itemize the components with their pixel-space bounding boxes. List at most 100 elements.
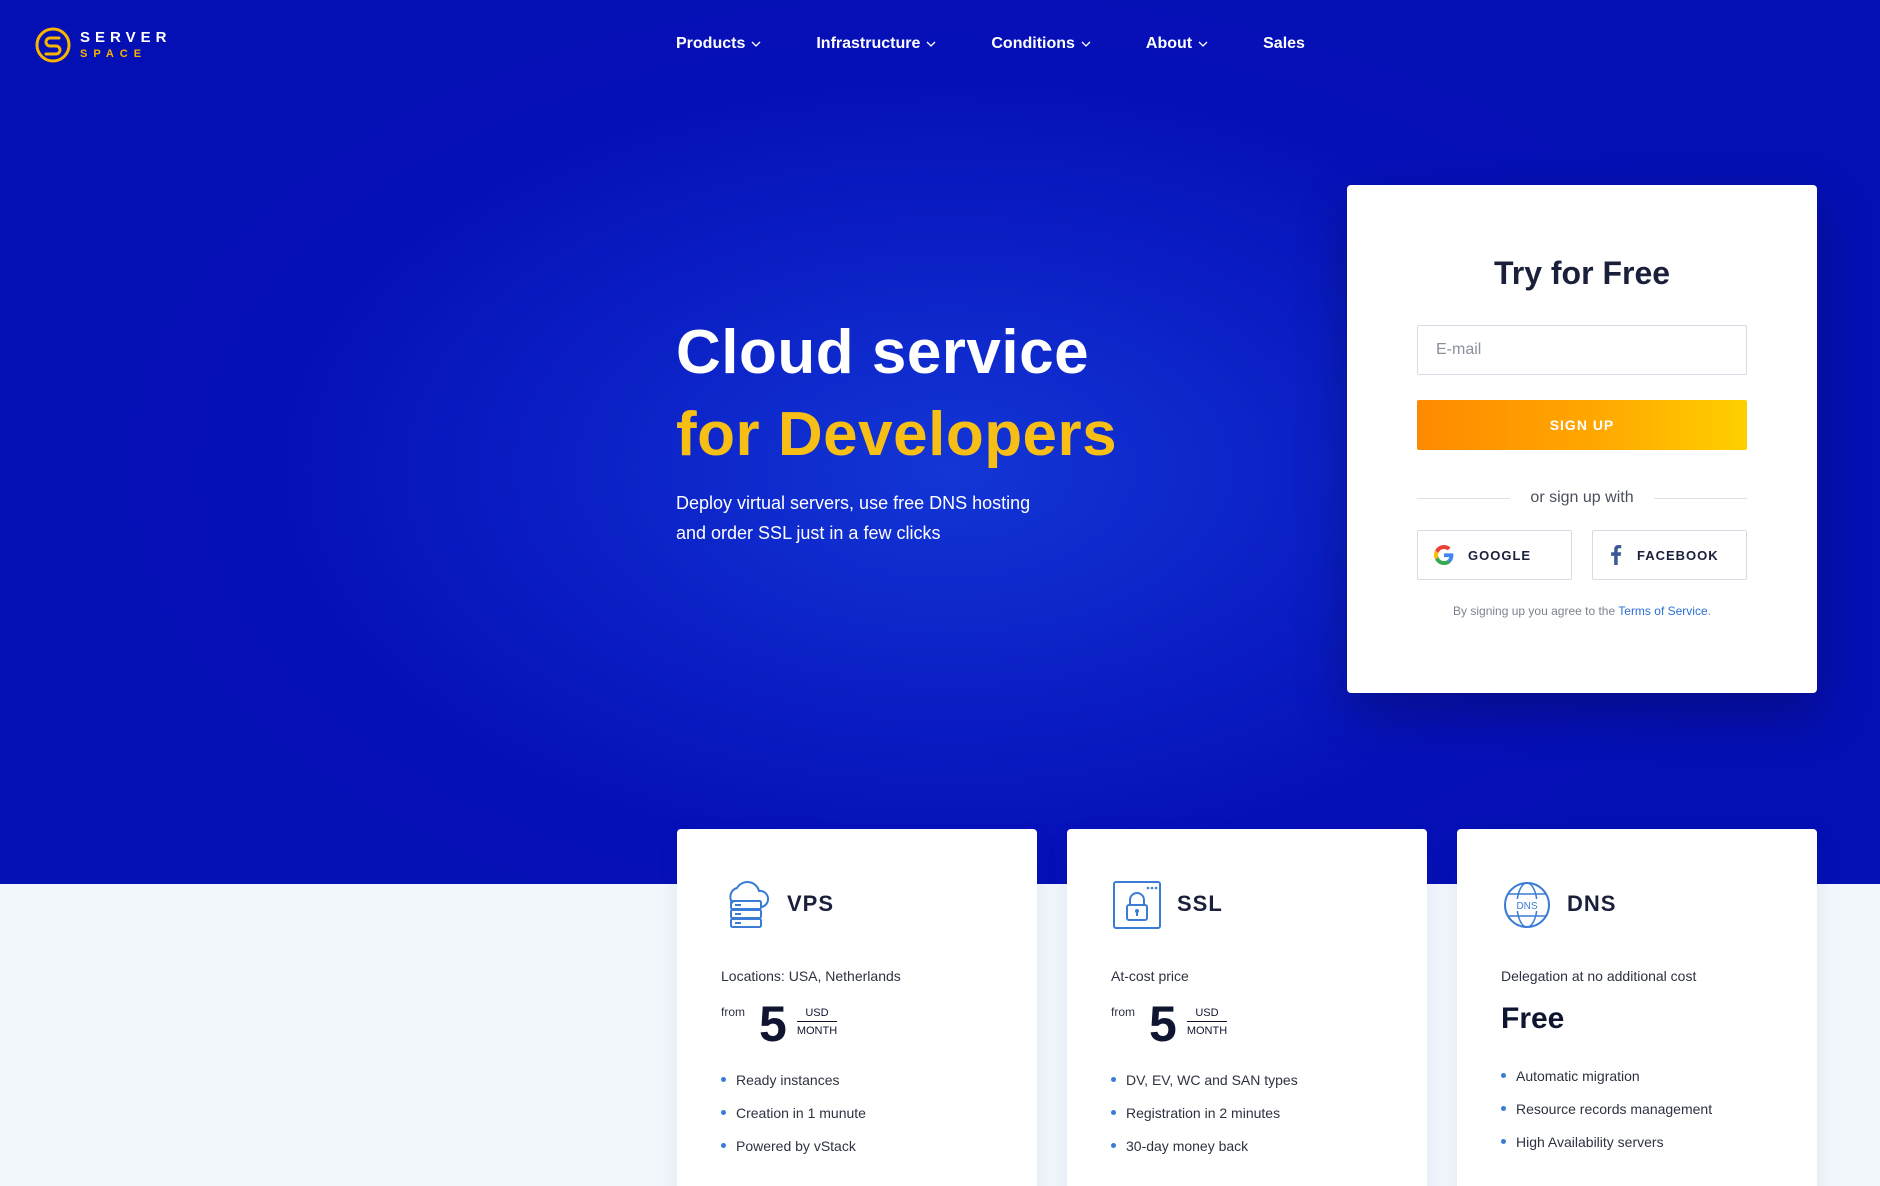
price-value: 5 (1149, 996, 1177, 1052)
product-card-ssl[interactable]: SSL At-cost price from 5 USD MONTH DV, E… (1067, 829, 1427, 1186)
product-title: VPS (787, 891, 835, 916)
nav-label: Infrastructure (816, 35, 921, 52)
dns-globe-icon: DNS (1504, 882, 1550, 928)
price-from: from (1111, 1005, 1135, 1019)
bullet-icon (721, 1077, 726, 1082)
product-description: Delegation at no additional cost (1501, 968, 1697, 984)
list-item: Powered by vStack (721, 1129, 866, 1162)
list-item: Ready instances (721, 1063, 866, 1096)
feature-text: Resource records management (1516, 1100, 1713, 1117)
feature-text: High Availability servers (1516, 1133, 1664, 1150)
hero-section: SERVER SPACE Products Infrastructure Con… (0, 0, 1880, 884)
signup-card: Try for Free SIGN UP or sign up with GOO… (1347, 185, 1817, 693)
terms-of-service-link[interactable]: Terms of Service (1618, 604, 1707, 618)
feature-text: Ready instances (736, 1071, 840, 1088)
logo-text-top: SERVER (80, 29, 172, 46)
email-field[interactable] (1417, 325, 1747, 375)
hero-title-line2: for Developers (676, 400, 1118, 469)
google-label: GOOGLE (1468, 547, 1532, 563)
nav-label: About (1145, 35, 1193, 52)
nav-item-conditions[interactable]: Conditions (991, 35, 1091, 53)
feature-list: Ready instances Creation in 1 munute Pow… (721, 1063, 866, 1162)
price-period: MONTH (796, 1025, 838, 1037)
chevron-down-icon (926, 41, 936, 47)
hero-subtitle-line1: Deploy virtual servers, use free DNS hos… (676, 493, 1031, 513)
product-title: SSL (1177, 891, 1223, 916)
list-item: Registration in 2 minutes (1111, 1096, 1298, 1129)
nav-item-infrastructure[interactable]: Infrastructure (816, 35, 936, 53)
price-currency: USD (797, 1007, 837, 1022)
logo-text-bottom: SPACE (80, 48, 148, 60)
list-item: Automatic migration (1501, 1059, 1712, 1092)
feature-text: DV, EV, WC and SAN types (1126, 1071, 1298, 1088)
chevron-down-icon (1198, 41, 1208, 47)
price-value: 5 (759, 996, 787, 1052)
sign-up-button[interactable]: SIGN UP (1417, 400, 1747, 450)
price-currency: USD (1187, 1007, 1227, 1022)
feature-text: Creation in 1 munute (736, 1104, 866, 1121)
or-sign-up-text: or sign up with (1530, 489, 1634, 506)
signup-title: Try for Free (1493, 255, 1671, 291)
chevron-down-icon (1081, 41, 1091, 47)
price-unit: USD MONTH (797, 1007, 837, 1037)
cloud-server-icon (729, 881, 770, 928)
bullet-icon (1111, 1143, 1116, 1148)
divider-line (1417, 497, 1511, 499)
divider-line (1653, 497, 1748, 499)
hero-subtitle-line2: and order SSL just in a few clicks (676, 523, 941, 543)
hero-subtitle: Deploy virtual servers, use free DNS hos… (676, 488, 1096, 548)
price-unit: USD MONTH (1187, 1007, 1227, 1037)
nav-item-sales[interactable]: Sales (1263, 35, 1305, 53)
list-item: DV, EV, WC and SAN types (1111, 1063, 1298, 1096)
product-card-dns[interactable]: DNS DNS Delegation at no additional cost… (1457, 829, 1817, 1186)
google-icon (1434, 545, 1454, 565)
product-price: from 5 USD MONTH (1111, 999, 1227, 1049)
google-signup-button[interactable]: GOOGLE (1417, 530, 1572, 580)
hero-headline: Cloud service for Developers (676, 312, 1117, 476)
bullet-icon (721, 1110, 726, 1115)
facebook-label: FACEBOOK (1637, 547, 1719, 563)
price-from: from (721, 1005, 745, 1019)
nav-item-products[interactable]: Products (676, 35, 761, 53)
serverspace-logo-icon (35, 27, 71, 63)
price-period: MONTH (1186, 1025, 1228, 1037)
facebook-signup-button[interactable]: FACEBOOK (1592, 530, 1747, 580)
feature-list: DV, EV, WC and SAN types Registration in… (1111, 1063, 1298, 1162)
main-nav: Products Infrastructure Conditions About… (676, 35, 1305, 53)
list-item: 30-day money back (1111, 1129, 1298, 1162)
product-title: DNS (1567, 891, 1617, 916)
chevron-down-icon (751, 41, 761, 47)
bullet-icon (721, 1143, 726, 1148)
feature-text: Powered by vStack (736, 1137, 856, 1154)
ssl-lock-icon (1113, 881, 1161, 929)
list-item: Creation in 1 munute (721, 1096, 866, 1129)
product-card-vps[interactable]: VPS Locations: USA, Netherlands from 5 U… (677, 829, 1037, 1186)
feature-list: Automatic migration Resource records man… (1501, 1059, 1712, 1158)
feature-text: Automatic migration (1516, 1067, 1640, 1084)
bullet-icon (1501, 1073, 1506, 1078)
or-divider: or sign up with (1417, 489, 1748, 507)
product-description: Locations: USA, Netherlands (721, 968, 901, 984)
terms-text: By signing up you agree to the Terms of … (1347, 604, 1817, 618)
svg-text:DNS: DNS (1516, 901, 1537, 912)
feature-text: Registration in 2 minutes (1126, 1104, 1281, 1121)
bullet-icon (1111, 1110, 1116, 1115)
feature-text: 30-day money back (1126, 1137, 1249, 1154)
bullet-icon (1111, 1077, 1116, 1082)
facebook-icon (1611, 545, 1622, 565)
product-price: from 5 USD MONTH (721, 999, 837, 1049)
hero-title-line1: Cloud service (676, 318, 1090, 387)
terms-prefix: By signing up you agree to the (1453, 604, 1619, 618)
nav-item-about[interactable]: About (1146, 35, 1208, 53)
terms-suffix: . (1707, 604, 1711, 618)
price-free: Free (1501, 1002, 1565, 1035)
logo[interactable]: SERVER SPACE (34, 26, 171, 64)
bullet-icon (1501, 1139, 1506, 1144)
list-item: Resource records management (1501, 1092, 1712, 1125)
nav-label: Products (676, 35, 746, 52)
product-description: At-cost price (1111, 968, 1189, 984)
list-item: High Availability servers (1501, 1125, 1712, 1158)
nav-label: Conditions (991, 35, 1075, 52)
bullet-icon (1501, 1106, 1506, 1111)
nav-label: Sales (1263, 35, 1305, 52)
